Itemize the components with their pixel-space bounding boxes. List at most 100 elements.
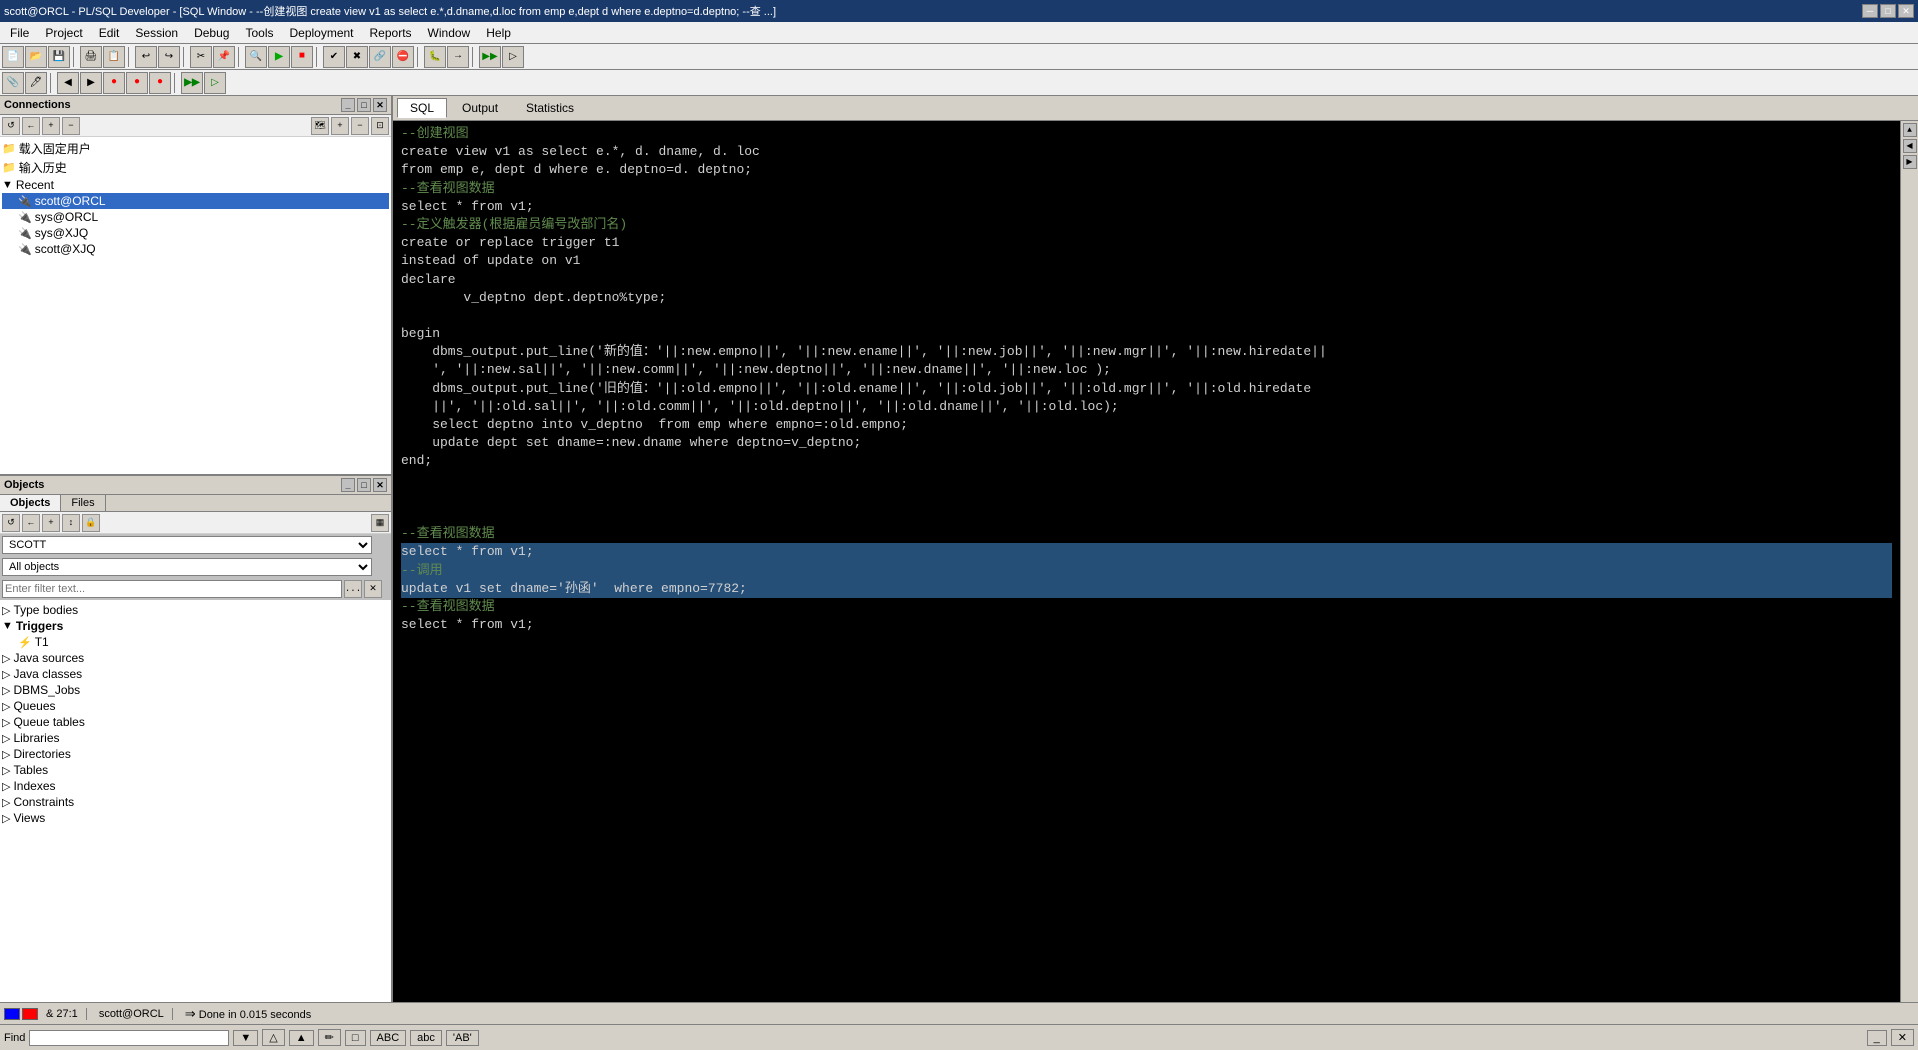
tb-cut-btn[interactable]: ✂ bbox=[190, 46, 212, 68]
menu-item-tools[interactable]: Tools bbox=[237, 24, 281, 42]
rs-btn-1[interactable]: ▲ bbox=[1903, 123, 1917, 137]
menu-item-file[interactable]: File bbox=[2, 24, 37, 42]
menu-item-window[interactable]: Window bbox=[420, 24, 479, 42]
connections-restore-btn[interactable]: □ bbox=[357, 98, 371, 112]
obj-back-btn[interactable]: ← bbox=[22, 514, 40, 532]
list-item[interactable]: ▷Queue tables bbox=[2, 714, 389, 730]
tb2-btn4[interactable]: ▶ bbox=[80, 72, 102, 94]
list-item[interactable]: ▼Recent bbox=[2, 177, 389, 193]
restore-button[interactable]: □ bbox=[1880, 4, 1896, 18]
tab-files[interactable]: Files bbox=[61, 495, 105, 511]
find-up-btn[interactable]: △ bbox=[262, 1029, 284, 1046]
menu-item-deployment[interactable]: Deployment bbox=[281, 24, 361, 42]
find-edit-btn[interactable]: ✏ bbox=[318, 1029, 341, 1046]
tb-debug-btn[interactable]: 🐛 bbox=[424, 46, 446, 68]
conn-zoom-in-btn[interactable]: + bbox=[331, 117, 349, 135]
list-item[interactable]: ▷Directories bbox=[2, 746, 389, 762]
list-item[interactable]: 🔌scott@ORCL bbox=[2, 193, 389, 209]
menu-item-session[interactable]: Session bbox=[127, 24, 186, 42]
obj-add-btn[interactable]: + bbox=[42, 514, 60, 532]
find-panel-minimize[interactable]: _ bbox=[1867, 1030, 1887, 1046]
tb2-btn2[interactable]: 🖊 bbox=[25, 72, 47, 94]
list-item[interactable]: ▷Constraints bbox=[2, 794, 389, 810]
conn-add-btn[interactable]: + bbox=[42, 117, 60, 135]
tb-redo-btn[interactable]: ↪ bbox=[158, 46, 180, 68]
obj-grid-btn[interactable]: ▦ bbox=[371, 514, 389, 532]
find-up2-btn[interactable]: ▲ bbox=[289, 1030, 314, 1046]
tab-sql[interactable]: SQL bbox=[397, 98, 447, 118]
conn-back-btn[interactable]: ← bbox=[22, 117, 40, 135]
find-abc-lower-btn[interactable]: abc bbox=[410, 1030, 442, 1046]
list-item[interactable]: 📁载入固定用户 bbox=[2, 139, 389, 158]
connections-minimize-btn[interactable]: _ bbox=[341, 98, 355, 112]
tb2-btn7[interactable]: ● bbox=[149, 72, 171, 94]
list-item[interactable]: ▷Libraries bbox=[2, 730, 389, 746]
tb-run2-btn[interactable]: ▷ bbox=[502, 46, 524, 68]
find-clear-btn[interactable]: □ bbox=[345, 1030, 366, 1046]
tb-commit-btn[interactable]: ✔ bbox=[323, 46, 345, 68]
tb-rollback-btn[interactable]: ✖ bbox=[346, 46, 368, 68]
tb2-btn1[interactable]: 📎 bbox=[2, 72, 24, 94]
objects-restore-btn[interactable]: □ bbox=[357, 478, 371, 492]
conn-refresh-btn[interactable]: ↺ bbox=[2, 117, 20, 135]
rs-btn-3[interactable]: ▶ bbox=[1903, 155, 1917, 169]
find-quoted-btn[interactable]: 'AB' bbox=[446, 1030, 479, 1046]
tb-new-btn[interactable]: 📄 bbox=[2, 46, 24, 68]
tb-exec-btn[interactable]: ▶ bbox=[268, 46, 290, 68]
filter-search-btn[interactable]: ... bbox=[344, 580, 362, 598]
tb-print-btn[interactable]: 🖨 bbox=[80, 46, 102, 68]
connections-close-btn[interactable]: ✕ bbox=[373, 98, 387, 112]
close-button[interactable]: ✕ bbox=[1898, 4, 1914, 18]
conn-zoom-out-btn[interactable]: − bbox=[351, 117, 369, 135]
tab-output[interactable]: Output bbox=[449, 98, 511, 118]
menu-item-reports[interactable]: Reports bbox=[362, 24, 420, 42]
list-item[interactable]: 🔌scott@XJQ bbox=[2, 241, 389, 257]
list-item[interactable]: ▷Type bodies bbox=[2, 602, 389, 618]
list-item[interactable]: ▼Triggers bbox=[2, 618, 389, 634]
menu-item-debug[interactable]: Debug bbox=[186, 24, 237, 42]
tb2-exec-all[interactable]: ▶▶ bbox=[181, 72, 203, 94]
tb2-btn3[interactable]: ◀ bbox=[57, 72, 79, 94]
find-down-btn[interactable]: ▼ bbox=[233, 1030, 258, 1046]
tb-paste-btn[interactable]: 📌 bbox=[213, 46, 235, 68]
list-item[interactable]: ▷Java classes bbox=[2, 666, 389, 682]
tb-save-btn[interactable]: 💾 bbox=[48, 46, 70, 68]
find-panel-close[interactable]: ✕ bbox=[1891, 1029, 1914, 1046]
menu-item-project[interactable]: Project bbox=[37, 24, 90, 42]
conn-remove-btn[interactable]: − bbox=[62, 117, 80, 135]
obj-sort-btn[interactable]: ↕ bbox=[62, 514, 80, 532]
tb-connect-btn[interactable]: 🔗 bbox=[369, 46, 391, 68]
list-item[interactable]: ▷Tables bbox=[2, 762, 389, 778]
list-item[interactable]: 🔌sys@ORCL bbox=[2, 209, 389, 225]
minimize-button[interactable]: ─ bbox=[1862, 4, 1878, 18]
tab-objects[interactable]: Objects bbox=[0, 495, 61, 511]
obj-refresh-btn[interactable]: ↺ bbox=[2, 514, 20, 532]
list-item[interactable]: ▷Java sources bbox=[2, 650, 389, 666]
schema-select[interactable]: SCOTT bbox=[2, 536, 372, 554]
conn-zoom-fit-btn[interactable]: ⊡ bbox=[371, 117, 389, 135]
list-item[interactable]: ▷Indexes bbox=[2, 778, 389, 794]
tb-open-btn[interactable]: 📂 bbox=[25, 46, 47, 68]
obj-lock-btn[interactable]: 🔒 bbox=[82, 514, 100, 532]
tb-copy-btn[interactable]: 📋 bbox=[103, 46, 125, 68]
tb-run-btn[interactable]: ▶▶ bbox=[479, 46, 501, 68]
objects-close-btn[interactable]: ✕ bbox=[373, 478, 387, 492]
rs-btn-2[interactable]: ◀ bbox=[1903, 139, 1917, 153]
objects-minimize-btn[interactable]: _ bbox=[341, 478, 355, 492]
list-item[interactable]: 🔌sys@XJQ bbox=[2, 225, 389, 241]
list-item[interactable]: 📁输入历史 bbox=[2, 158, 389, 177]
tb-disconnect-btn[interactable]: ⛔ bbox=[392, 46, 414, 68]
tb-step-btn[interactable]: → bbox=[447, 46, 469, 68]
list-item[interactable]: ⚡T1 bbox=[2, 634, 389, 650]
menu-item-edit[interactable]: Edit bbox=[91, 24, 128, 42]
tb2-btn6[interactable]: ● bbox=[126, 72, 148, 94]
sql-editor[interactable]: --创建视图create view v1 as select e.*, d. d… bbox=[393, 121, 1900, 1002]
filter-select[interactable]: All objects bbox=[2, 558, 372, 576]
tb2-exec-sel[interactable]: ▷ bbox=[204, 72, 226, 94]
tab-statistics[interactable]: Statistics bbox=[513, 98, 587, 118]
list-item[interactable]: ▷DBMS_Jobs bbox=[2, 682, 389, 698]
filter-input[interactable] bbox=[2, 580, 342, 598]
list-item[interactable]: ▷Views bbox=[2, 810, 389, 826]
tb-undo-btn[interactable]: ↩ bbox=[135, 46, 157, 68]
find-input[interactable] bbox=[29, 1030, 229, 1046]
